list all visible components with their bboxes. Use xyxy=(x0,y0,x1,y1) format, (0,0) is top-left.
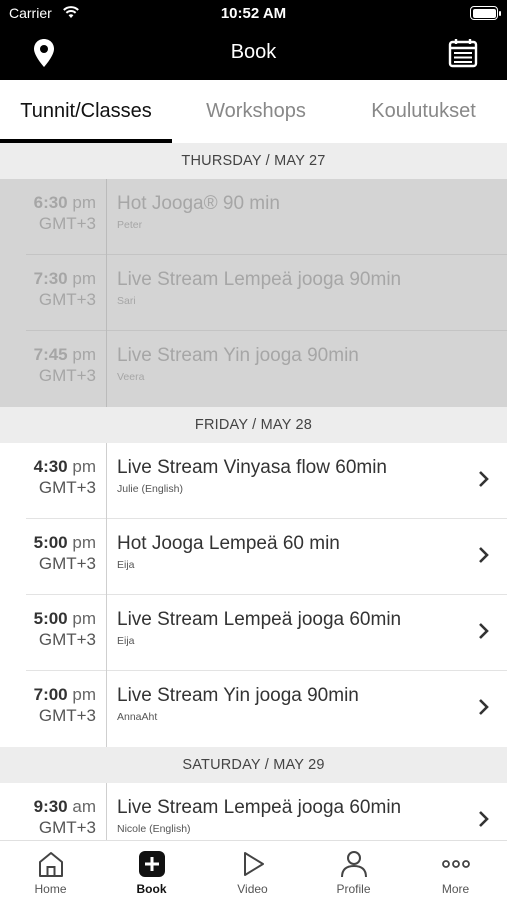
bottom-tab-bar: Home Book Video Profile More xyxy=(0,840,507,900)
top-bar: Carrier 10:52 AM Book xyxy=(0,0,507,80)
class-row[interactable]: 5:00 pm GMT+3 Hot Jooga Lempeä 60 min Ei… xyxy=(26,519,507,595)
class-time: 9:30 xyxy=(33,797,68,816)
more-dots-icon xyxy=(441,860,470,868)
chevron-right-icon xyxy=(479,471,489,487)
class-name: Live Stream Yin jooga 90min xyxy=(117,685,359,706)
day-header: THURSDAY / MAY 27 xyxy=(0,143,507,179)
class-name: Hot Jooga Lempeä 60 min xyxy=(117,533,340,554)
time-column: 4:30 pm GMT+3 xyxy=(26,443,107,519)
class-timezone: GMT+3 xyxy=(38,706,96,725)
plus-square-icon xyxy=(138,851,165,877)
time-column: 9:30 am GMT+3 xyxy=(26,783,107,840)
chevron-right-icon xyxy=(479,623,489,639)
class-ampm: pm xyxy=(72,533,96,552)
day-section-thursday: 6:30 pm GMT+3 Hot Jooga® 90 min Peter 7:… xyxy=(0,179,507,407)
day-section-friday: 4:30 pm GMT+3 Live Stream Vinyasa flow 6… xyxy=(0,443,507,747)
class-timezone: GMT+3 xyxy=(38,630,96,649)
day-header: SATURDAY / MAY 29 xyxy=(0,747,507,783)
class-row[interactable]: 7:00 pm GMT+3 Live Stream Yin jooga 90mi… xyxy=(26,671,507,747)
class-instructor: Nicole (English) xyxy=(117,823,191,835)
class-ampm: pm xyxy=(72,457,96,476)
class-ampm: am xyxy=(72,797,96,816)
time-column: 5:00 pm GMT+3 xyxy=(26,519,107,595)
class-ampm: pm xyxy=(72,193,96,212)
tab-workshops[interactable]: Workshops xyxy=(172,80,340,144)
tabbar-profile[interactable]: Profile xyxy=(303,841,404,900)
tabbar-home[interactable]: Home xyxy=(0,841,101,900)
status-bar: Carrier 10:52 AM xyxy=(0,0,507,28)
class-name: Live Stream Yin jooga 90min xyxy=(117,345,359,366)
class-timezone: GMT+3 xyxy=(38,366,96,385)
time-column: 6:30 pm GMT+3 xyxy=(26,179,107,255)
chevron-right-icon xyxy=(479,811,489,827)
class-timezone: GMT+3 xyxy=(38,554,96,573)
time-column: 7:45 pm GMT+3 xyxy=(26,331,107,407)
class-name: Live Stream Vinyasa flow 60min xyxy=(117,457,387,478)
class-instructor: Eija xyxy=(117,635,135,647)
class-name: Hot Jooga® 90 min xyxy=(117,193,280,214)
class-row[interactable]: 4:30 pm GMT+3 Live Stream Vinyasa flow 6… xyxy=(26,443,507,519)
class-ampm: pm xyxy=(72,345,96,364)
page-title: Book xyxy=(230,41,277,63)
tab-koulutukset[interactable]: Koulutukset xyxy=(340,80,507,144)
class-instructor: Peter xyxy=(117,219,143,231)
battery-icon xyxy=(470,6,501,20)
class-name: Live Stream Lempeä jooga 60min xyxy=(117,797,402,818)
class-row[interactable]: 9:30 am GMT+3 Live Stream Lempeä jooga 6… xyxy=(26,783,507,840)
calendar-icon[interactable] xyxy=(447,37,479,69)
chevron-right-icon xyxy=(479,547,489,563)
class-instructor: Sari xyxy=(117,295,136,307)
class-time: 7:45 xyxy=(33,345,68,364)
tabbar-label: Video xyxy=(237,882,268,896)
class-timezone: GMT+3 xyxy=(38,214,96,233)
time-column: 7:00 pm GMT+3 xyxy=(26,671,107,747)
class-name: Live Stream Lempeä jooga 90min xyxy=(117,269,402,290)
class-row: 6:30 pm GMT+3 Hot Jooga® 90 min Peter xyxy=(26,179,507,255)
class-time: 7:00 xyxy=(33,685,68,704)
class-row: 7:45 pm GMT+3 Live Stream Yin jooga 90mi… xyxy=(26,331,507,407)
schedule-list[interactable]: THURSDAY / MAY 27 6:30 pm GMT+3 Hot Joog… xyxy=(0,143,507,840)
tabbar-label: Profile xyxy=(336,882,371,896)
class-timezone: GMT+3 xyxy=(38,290,96,309)
tabbar-more[interactable]: More xyxy=(404,841,507,900)
class-timezone: GMT+3 xyxy=(38,818,96,837)
time-column: 5:00 pm GMT+3 xyxy=(26,595,107,671)
status-time: 10:52 AM xyxy=(220,5,287,22)
class-name: Live Stream Lempeä jooga 60min xyxy=(117,609,402,630)
class-time: 7:30 xyxy=(33,269,68,288)
class-time: 6:30 xyxy=(33,193,68,212)
play-icon xyxy=(243,852,264,876)
class-time: 5:00 xyxy=(33,609,68,628)
time-column: 7:30 pm GMT+3 xyxy=(26,255,107,331)
tabbar-video[interactable]: Video xyxy=(202,841,303,900)
day-header: FRIDAY / MAY 28 xyxy=(0,407,507,443)
class-row: 7:30 pm GMT+3 Live Stream Lempeä jooga 9… xyxy=(26,255,507,331)
class-instructor: AnnaAht xyxy=(117,711,158,723)
tabbar-label: More xyxy=(441,882,470,896)
category-tabs: Tunnit/Classes Workshops Koulutukset xyxy=(0,80,507,144)
tabbar-label: Home xyxy=(34,882,67,896)
class-row[interactable]: 5:00 pm GMT+3 Live Stream Lempeä jooga 6… xyxy=(26,595,507,671)
tab-classes[interactable]: Tunnit/Classes xyxy=(0,80,172,144)
class-time: 5:00 xyxy=(33,533,68,552)
tabbar-label: Book xyxy=(136,882,167,896)
person-icon xyxy=(340,851,367,878)
class-instructor: Julie (English) xyxy=(117,483,183,495)
class-ampm: pm xyxy=(72,685,96,704)
class-time: 4:30 xyxy=(33,457,68,476)
tabbar-book[interactable]: Book xyxy=(101,841,202,900)
class-instructor: Veera xyxy=(117,371,145,383)
class-timezone: GMT+3 xyxy=(38,478,96,497)
chevron-right-icon xyxy=(479,699,489,715)
day-section-saturday: 9:30 am GMT+3 Live Stream Lempeä jooga 6… xyxy=(0,783,507,840)
class-ampm: pm xyxy=(72,609,96,628)
home-icon xyxy=(38,852,63,877)
class-instructor: Eija xyxy=(117,559,135,571)
class-ampm: pm xyxy=(72,269,96,288)
